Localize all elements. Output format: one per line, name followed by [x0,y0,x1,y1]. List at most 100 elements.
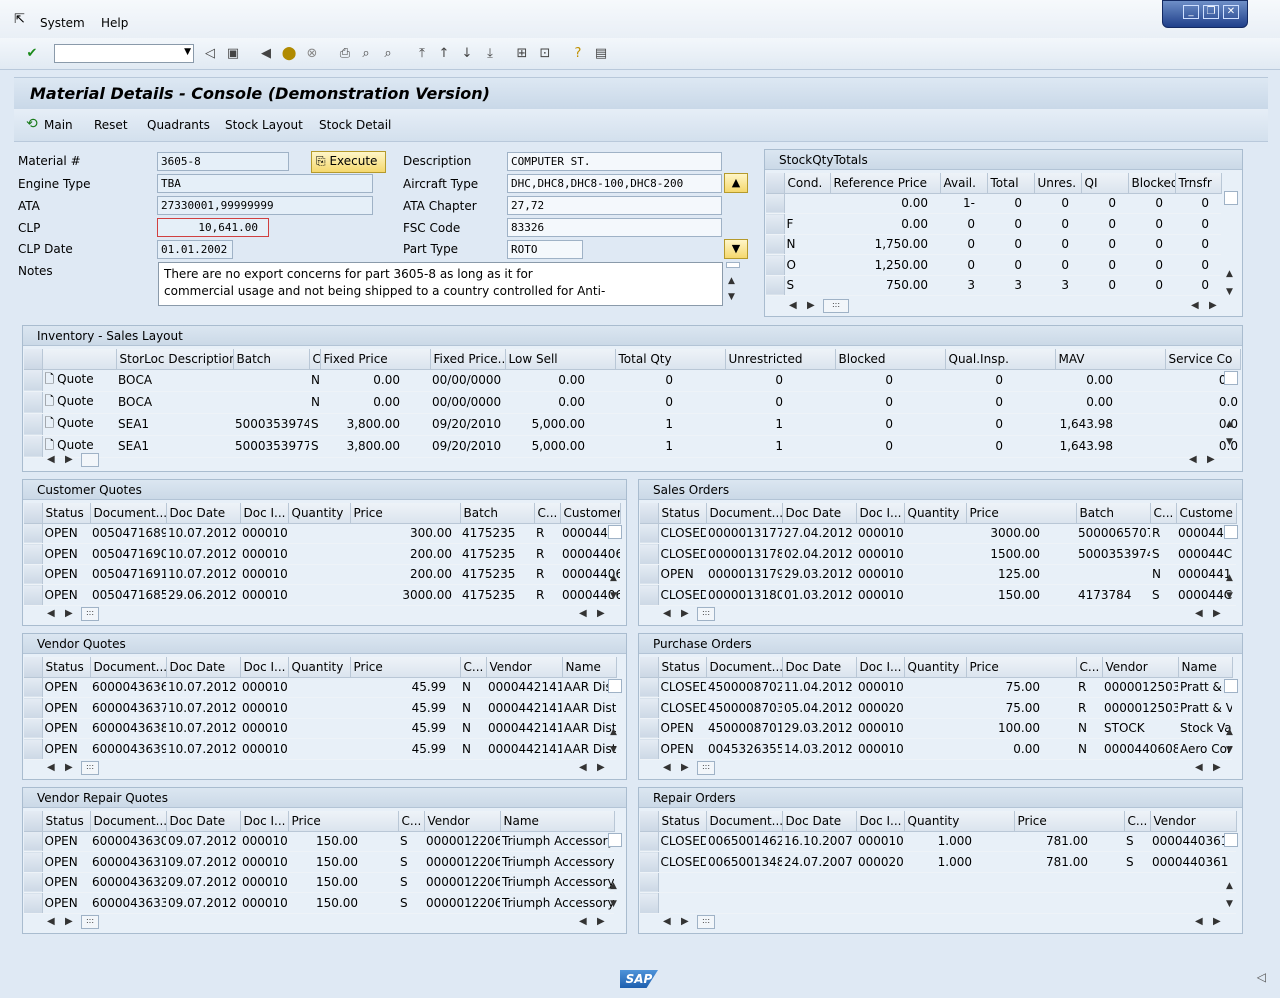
row-selector[interactable] [24,564,42,585]
scroll-down-icon[interactable]: ▼ [610,591,617,601]
column-header[interactable]: Cond. [784,173,830,193]
column-header[interactable]: Avail. [940,173,987,193]
column-header[interactable]: Reference Price [830,173,940,193]
column-header[interactable]: Price [288,811,398,831]
help-icon[interactable]: ? [570,46,586,62]
column-header[interactable]: Unrestricted [725,349,835,369]
column-header[interactable]: Document... [706,657,782,677]
column-header[interactable]: C [309,349,320,369]
table-row[interactable]: CLOSED000001317727.04.20120000103000.005… [640,523,1236,544]
restore-button[interactable]: ❐ [1203,5,1219,19]
fsc-code-field[interactable]: 83326 [507,218,722,237]
scroll-thumb[interactable]: ::: [823,299,849,313]
table-row[interactable]: OPEN600004363610.07.201200001045.99N0000… [24,677,616,698]
table-row[interactable]: OPEN600004363710.07.201200001045.99N0000… [24,698,616,719]
scroll-left-icon[interactable]: ◀ [663,762,671,773]
column-header[interactable]: Doc Date [166,657,240,677]
select-all-cell[interactable] [640,811,658,831]
inventory-hscrollbar[interactable]: ◀ ▶ ◀ ▶ [47,454,1217,468]
column-header[interactable]: Status [658,657,706,677]
select-all-cell[interactable] [766,173,784,193]
scroll-right-icon[interactable]: ▶ [1209,300,1217,311]
table-row[interactable]: OPEN005047168529.06.20120000103000.00417… [24,585,620,606]
column-header[interactable]: C... [460,657,486,677]
scroll-right-icon[interactable]: ▶ [65,762,73,773]
row-selector[interactable] [640,893,658,914]
row-selector[interactable] [640,698,658,719]
stockqty-vscrollbar[interactable]: ▲ ▼ [1224,173,1238,298]
column-header[interactable]: Total [987,173,1034,193]
column-header[interactable]: Status [658,503,706,523]
table-row[interactable]: CLOSED000001318001.03.2012000010150.0041… [640,585,1236,606]
scroll-left-icon[interactable]: ◀ [1191,300,1199,311]
row-selector[interactable] [640,677,658,698]
vertical-scrollbar[interactable]: ▲▼ [608,503,622,603]
scroll-down-icon[interactable]: ▼ [1226,287,1233,297]
row-selector[interactable] [640,739,658,760]
shortcut-icon[interactable]: ⊡ [537,46,553,62]
command-field[interactable]: ▼ [54,44,194,63]
scroll-up-icon[interactable]: ▲ [1226,419,1233,429]
column-header[interactable]: Total Qty [615,349,725,369]
row-selector[interactable] [766,255,784,276]
column-header[interactable]: Name [500,811,614,831]
table-row[interactable]: 🗋QuoteSEA15000353974S3,800.0009/20/20105… [24,413,1240,435]
column-header[interactable]: Doc I... [856,811,904,831]
row-selector[interactable] [24,435,42,457]
back-icon[interactable]: ◀ [258,46,274,62]
row-selector[interactable] [24,698,42,719]
table-row[interactable]: OPEN000001317929.03.2012000010125.00N000… [640,564,1236,585]
select-all-cell[interactable] [24,503,42,523]
row-selector[interactable] [766,193,784,214]
horizontal-scrollbar[interactable]: ◀▶:::◀▶ [663,762,1223,776]
vertical-scrollbar[interactable]: ▲▼ [1224,811,1238,911]
table-row[interactable] [640,872,1236,893]
horizontal-scrollbar[interactable]: ◀▶:::◀▶ [47,608,607,622]
column-header[interactable]: Unres. [1034,173,1081,193]
scroll-right-icon[interactable]: ▶ [1213,608,1221,619]
row-selector[interactable] [24,413,42,435]
scroll-right-icon[interactable]: ▶ [597,608,605,619]
column-header[interactable]: Fixed Price [320,349,430,369]
scroll-down-icon[interactable]: ▼ [1226,591,1233,601]
new-session-icon[interactable]: ⊞ [514,46,530,62]
column-header[interactable]: Price [350,503,460,523]
scroll-right-icon[interactable]: ▶ [65,608,73,619]
column-header[interactable]: Vendor [486,657,562,677]
column-header[interactable]: Blocked [835,349,945,369]
column-header[interactable]: QI [1081,173,1128,193]
column-header[interactable]: Qual.Insp. [945,349,1055,369]
column-header[interactable]: Doc Date [782,811,856,831]
column-header[interactable]: Price [966,503,1076,523]
table-row[interactable]: OPEN005047169010.07.2012000010200.004175… [24,544,620,565]
save-icon[interactable]: ▣ [225,46,241,62]
column-header[interactable]: Batch [233,349,309,369]
table-row[interactable]: CLOSED000001317802.04.20120000101500.005… [640,544,1236,565]
stockqty-hscrollbar[interactable]: ◀ ▶ ::: ◀ ▶ [789,300,1219,314]
column-header[interactable]: C... [1076,657,1102,677]
scroll-right-icon[interactable]: ▶ [597,916,605,927]
row-selector[interactable] [24,893,42,914]
scroll-down-icon[interactable]: ▼ [728,292,735,302]
scroll-down-icon[interactable]: ▼ [1226,437,1233,447]
scroll-down-icon[interactable]: ▼ [610,899,617,909]
vertical-scrollbar[interactable]: ▲▼ [608,657,622,757]
column-header[interactable]: Price [966,657,1076,677]
column-header[interactable]: Status [42,503,90,523]
collapse-icon[interactable]: ◁ [202,46,218,62]
scroll-left-icon[interactable]: ◀ [47,608,55,619]
column-header[interactable]: StorLoc Description [116,349,233,369]
reset-button[interactable]: Reset [94,118,128,132]
column-header[interactable]: Fixed Price... [430,349,505,369]
row-selector[interactable] [766,275,784,296]
select-all-cell[interactable] [24,657,42,677]
scroll-left-icon[interactable]: ◀ [1195,608,1203,619]
column-header[interactable]: C... [1124,811,1150,831]
ata-field[interactable]: 27330001,99999999 [157,196,373,215]
row-selector[interactable] [640,872,658,893]
column-header[interactable]: Document... [706,503,782,523]
row-selector[interactable] [640,523,658,544]
inventory-vscrollbar[interactable]: ▲ ▼ [1224,349,1238,449]
scroll-right-icon[interactable]: ▶ [681,608,689,619]
column-header[interactable]: Document... [90,503,166,523]
